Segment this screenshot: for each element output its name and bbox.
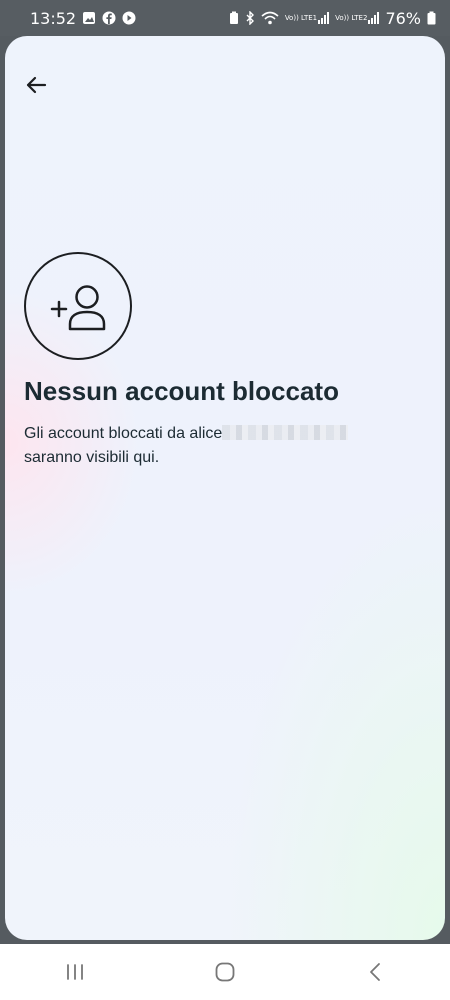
signal-lte1-icon: Vo)) LTE1 [285,12,330,24]
description-prefix: Gli account bloccati da alice [24,425,223,442]
facebook-icon [102,11,116,25]
play-icon [122,11,136,25]
system-back-button[interactable] [345,952,405,992]
empty-state-title: Nessun account bloccato [24,376,339,406]
add-person-icon [50,285,106,331]
empty-state-description: Gli account bloccati da alice saranno vi… [24,422,424,470]
back-button[interactable] [23,72,49,98]
gallery-icon [82,11,96,25]
back-icon [370,963,380,981]
status-right: Vo)) LTE1 Vo)) LTE2 76% [229,9,436,28]
status-time: 13:52 [30,8,77,28]
signal-lte2-icon: Vo)) LTE2 [335,12,380,24]
wifi-icon [261,11,279,25]
battery-saver-icon [229,11,239,25]
redacted-username [222,425,349,440]
blocked-accounts-sheet: Nessun account bloccato Gli account bloc… [5,36,445,940]
battery-percent: 76% [385,8,421,28]
recents-icon [67,964,83,980]
home-button[interactable] [195,952,255,992]
system-nav-bar [0,944,450,1000]
battery-icon [427,11,436,25]
bluetooth-icon [245,11,255,25]
empty-state-icon-circle [24,252,132,360]
status-bar: 13:52 Vo)) LTE1 Vo)) LTE2 76% [0,0,450,36]
recents-button[interactable] [45,952,105,992]
arrow-left-icon [26,76,47,94]
description-suffix: saranno visibili qui. [24,449,160,466]
status-left: 13:52 [30,9,136,28]
home-icon [215,962,235,982]
